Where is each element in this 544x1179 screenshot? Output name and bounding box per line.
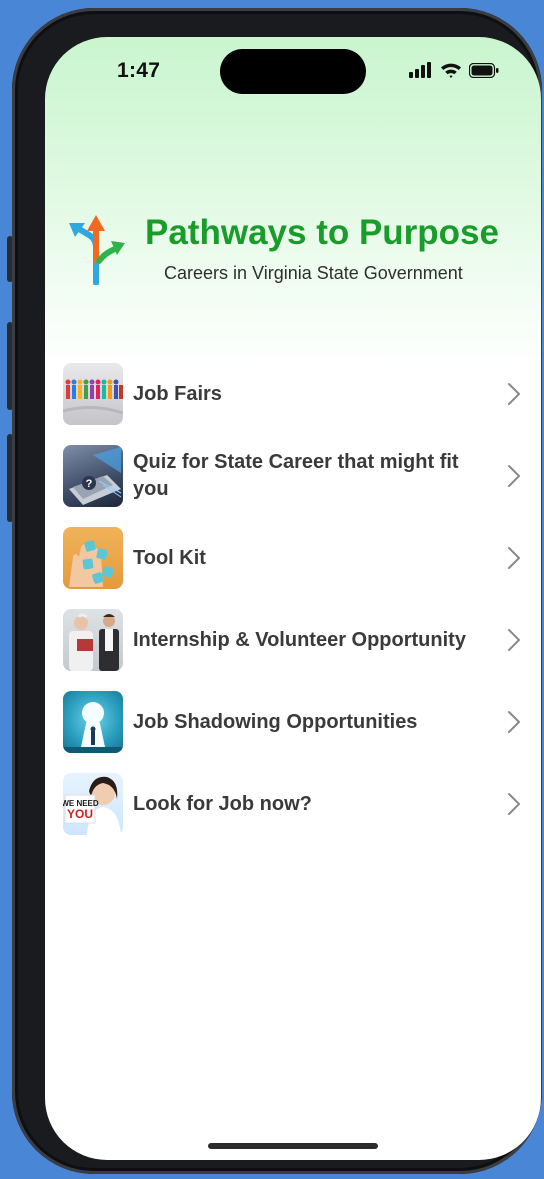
thumbnail-you-text: YOU — [67, 807, 93, 821]
cellular-signal-icon — [409, 62, 431, 78]
svg-text:?: ? — [86, 478, 93, 490]
app-header: Pathways to Purpose Careers in Virginia … — [63, 207, 523, 297]
chevron-right-icon — [508, 793, 520, 815]
menu-item-job-shadowing[interactable]: Job Shadowing Opportunities — [63, 681, 533, 763]
tool-kit-blocks-thumbnail — [63, 527, 123, 589]
battery-icon — [469, 62, 499, 78]
menu-item-label: Tool Kit — [133, 546, 206, 569]
chevron-right-icon — [508, 711, 520, 733]
keyhole-thumbnail — [63, 691, 123, 753]
quiz-laptop-thumbnail: ? — [63, 445, 123, 507]
diverging-arrows-logo-icon — [69, 215, 125, 285]
app-subtitle: Careers in Virginia State Government — [164, 263, 463, 283]
app-screen: 1:47 Pathways to Purpose Careers in Virg… — [45, 37, 541, 1160]
menu-item-career-quiz[interactable]: ? Quiz for State Career that might fit y… — [63, 435, 533, 517]
menu-item-label: Internship & Volunteer Opportunity — [133, 628, 466, 651]
menu-list: Job Fairs ? Quiz for State Career that m… — [63, 353, 533, 845]
menu-item-label: Job Shadowing Opportunities — [133, 710, 418, 733]
menu-item-label: Job Fairs — [133, 382, 222, 405]
menu-item-label: Quiz for State Career that might fit you — [133, 451, 459, 500]
menu-item-tool-kit[interactable]: Tool Kit — [63, 517, 533, 599]
internship-people-thumbnail — [63, 609, 123, 671]
wifi-icon — [441, 63, 461, 78]
menu-item-job-fairs[interactable]: Job Fairs — [63, 353, 533, 435]
chevron-right-icon — [508, 383, 520, 405]
home-indicator[interactable] — [208, 1143, 378, 1149]
menu-item-label: Look for Job now? — [133, 792, 312, 815]
menu-item-look-for-job[interactable]: WE NEED YOU Look for Job now? — [63, 763, 533, 845]
status-time: 1:47 — [117, 59, 161, 82]
job-fairs-crowd-thumbnail — [63, 363, 123, 425]
phone-frame: 1:47 Pathways to Purpose Careers in Virg… — [12, 8, 542, 1174]
we-need-you-thumbnail: WE NEED YOU — [63, 773, 123, 835]
chevron-right-icon — [508, 547, 520, 569]
chevron-right-icon — [508, 465, 520, 487]
chevron-right-icon — [508, 629, 520, 651]
app-title: Pathways to Purpose — [145, 213, 499, 252]
menu-item-internship-volunteer[interactable]: Internship & Volunteer Opportunity — [63, 599, 533, 681]
dynamic-island — [220, 49, 366, 94]
status-icons — [409, 61, 499, 79]
